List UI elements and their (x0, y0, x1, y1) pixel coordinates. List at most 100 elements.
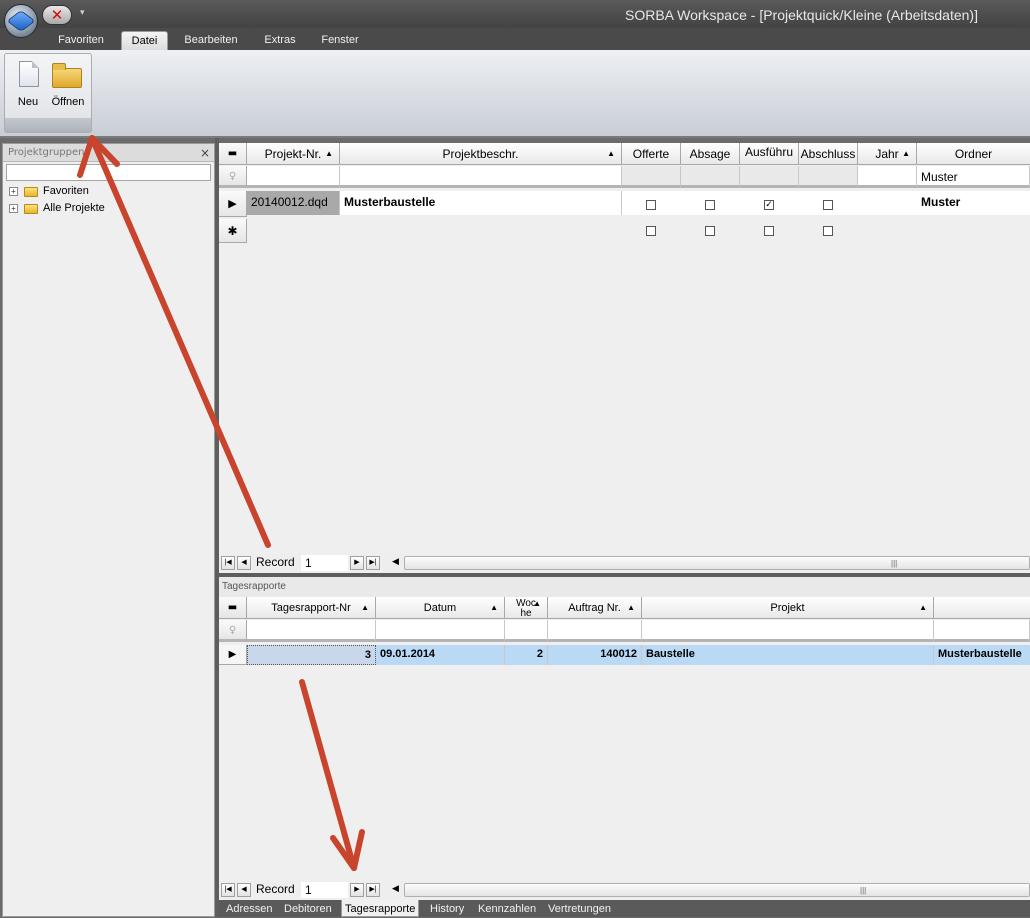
tree-item-alle-projekte[interactable]: + Alle Projekte (3, 200, 214, 217)
column-header-absage[interactable]: Absage (681, 143, 740, 165)
project-groups-search-input[interactable] (6, 164, 211, 181)
folder-icon (24, 204, 38, 214)
tab-fenster[interactable]: Fenster (312, 31, 368, 50)
tab-vertretungen[interactable]: Vertretungen (548, 900, 611, 917)
first-record-icon[interactable]: |◀ (221, 883, 235, 897)
filter-tagesrapport-nr[interactable] (247, 620, 376, 642)
column-header-projektbeschr[interactable]: Projektbeschr. ▲ (340, 143, 622, 165)
previous-record-icon[interactable]: ◀ (237, 883, 251, 897)
checkbox-ausfuehrung[interactable]: ✓ (764, 200, 774, 210)
checkbox-absage[interactable] (705, 200, 715, 210)
column-header-label: Projektbeschr. (442, 147, 519, 161)
table-row[interactable]: ▶ 3 09.01.2014 2 140012 Baustelle Muster… (219, 645, 1030, 665)
filter-ausfuehrung[interactable] (740, 166, 799, 188)
cell-woche[interactable]: 2 (505, 645, 548, 665)
cell-datum[interactable]: 09.01.2014 (376, 645, 505, 665)
ribbon-panel: Neu Öffnen (0, 50, 1030, 138)
projects-grid: ▬ Projekt-Nr. ▲ Projektbeschr. ▲ Offerte A… (219, 143, 1030, 573)
column-header-ausfuehrung[interactable]: Ausführu (740, 143, 799, 165)
tree-item-favoriten[interactable]: + Favoriten (3, 183, 214, 200)
project-groups-pane: Projektgruppen × + Favoriten + Alle Proj… (2, 143, 215, 917)
checkbox-absage-new[interactable] (705, 226, 715, 236)
app-logo-icon (8, 11, 34, 31)
new-button[interactable]: Neu (8, 58, 48, 110)
column-header-label: Projekt-Nr. (264, 147, 322, 161)
checkbox-abschluss[interactable] (823, 200, 833, 210)
scroll-grip-icon: ||| (891, 559, 898, 568)
horizontal-scrollbar[interactable]: ||| (404, 883, 1030, 897)
quick-access-close-icon[interactable]: ✕ (42, 5, 72, 25)
filter-jahr[interactable] (858, 166, 917, 188)
column-header-abschluss[interactable]: Abschluss (799, 143, 858, 165)
column-header-projekt-nr[interactable]: Projekt-Nr. ▲ (247, 143, 340, 165)
tab-extras[interactable]: Extras (255, 31, 305, 50)
checkbox-ausfuehrung-new[interactable] (764, 226, 774, 236)
close-icon[interactable]: × (200, 144, 210, 162)
column-header-offerte[interactable]: Offerte (622, 143, 681, 165)
filter-extra[interactable] (934, 620, 1030, 642)
next-record-icon[interactable]: ▶ (350, 883, 364, 897)
scroll-left-icon[interactable]: ◀ (392, 883, 399, 894)
filter-absage[interactable] (681, 166, 740, 188)
cell-tagesrapport-nr[interactable]: 3 (247, 645, 376, 665)
checkbox-abschluss-new[interactable] (823, 226, 833, 236)
filter-offerte[interactable] (622, 166, 681, 188)
record-number-input[interactable]: 1 (301, 882, 348, 898)
last-record-icon[interactable]: ▶| (366, 883, 380, 897)
current-row-indicator-icon[interactable]: ▶ (219, 191, 247, 217)
tagesrapporte-filter-row: ♀ (219, 597, 1030, 647)
filter-auftrag-nr[interactable] (548, 620, 642, 642)
next-record-icon[interactable]: ▶ (350, 556, 364, 570)
ribbon-group-file: Neu Öffnen (4, 53, 92, 133)
record-number-input[interactable]: 1 (301, 555, 348, 571)
cell-extra[interactable]: Musterbaustelle (934, 645, 1030, 665)
sort-asc-icon: ▲ (902, 149, 910, 158)
horizontal-scrollbar[interactable]: ||| (404, 556, 1030, 570)
expand-icon[interactable]: + (9, 204, 18, 213)
expand-icon[interactable]: + (9, 187, 18, 196)
quick-access-dropdown-icon[interactable]: ▾ (80, 8, 85, 18)
new-document-icon (19, 61, 39, 87)
checkbox-offerte-new[interactable] (646, 226, 656, 236)
tab-datei[interactable]: Datei (121, 31, 168, 50)
filter-ordner[interactable]: Muster (917, 166, 1030, 188)
tab-debitoren[interactable]: Debitoren (284, 900, 332, 917)
application-menu-button[interactable] (4, 4, 38, 38)
tab-tagesrapporte[interactable]: Tagesrapporte (341, 900, 420, 917)
tab-history[interactable]: History (430, 900, 464, 917)
filter-row-icon: ♀ (219, 166, 247, 188)
filter-woche[interactable] (505, 620, 548, 642)
new-row-icon[interactable]: ✱ (219, 219, 247, 243)
open-folder-icon (52, 63, 82, 88)
column-header-jahr[interactable]: Jahr ▲ (858, 143, 917, 165)
tab-favoriten[interactable]: Favoriten (48, 31, 114, 50)
open-button[interactable]: Öffnen (48, 58, 88, 110)
last-record-icon[interactable]: ▶| (366, 556, 380, 570)
sort-asc-icon: ▲ (325, 149, 333, 158)
checkbox-offerte[interactable] (646, 200, 656, 210)
previous-record-icon[interactable]: ◀ (237, 556, 251, 570)
cell-ordner[interactable]: Muster (917, 191, 1030, 215)
scroll-left-icon[interactable]: ◀ (392, 556, 399, 567)
filter-projekt-nr[interactable] (247, 166, 340, 188)
cell-auftrag-nr[interactable]: 140012 (548, 645, 642, 665)
project-groups-title: Projektgruppen (8, 147, 85, 158)
cell-projekt[interactable]: Baustelle (642, 645, 934, 665)
tagesrapporte-title: Tagesrapporte (219, 577, 1030, 597)
filter-abschluss[interactable] (799, 166, 858, 188)
cell-projekt-nr[interactable]: 20140012.dqd (247, 191, 340, 215)
tab-adressen[interactable]: Adressen (226, 900, 272, 917)
filter-datum[interactable] (376, 620, 505, 642)
collapse-all-button[interactable]: ▬ (219, 143, 247, 165)
record-label: Record (256, 882, 295, 896)
tab-bearbeiten[interactable]: Bearbeiten (176, 31, 246, 50)
column-header-ordner[interactable]: Ordner (917, 143, 1030, 165)
cell-projektbeschr[interactable]: Musterbaustelle (340, 191, 622, 215)
window-title: SORBA Workspace - [Projektquick/Kleine (… (624, 7, 978, 23)
filter-projektbeschr[interactable] (340, 166, 622, 188)
first-record-icon[interactable]: |◀ (221, 556, 235, 570)
current-row-indicator-icon[interactable]: ▶ (219, 645, 247, 665)
tab-kennzahlen[interactable]: Kennzahlen (478, 900, 536, 917)
filter-projekt[interactable] (642, 620, 934, 642)
scroll-grip-icon: ||| (860, 886, 867, 895)
